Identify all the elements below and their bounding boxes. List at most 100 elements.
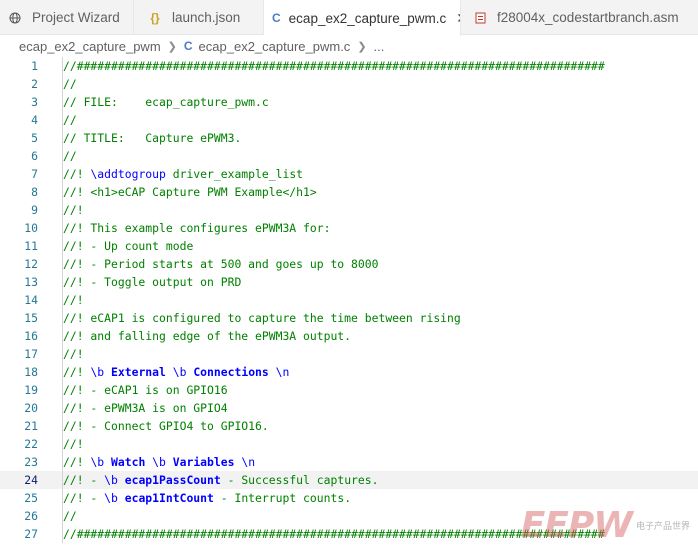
code-text: //######################################… xyxy=(63,57,605,75)
code-text: // FILE: ecap_capture_pwm.c xyxy=(63,93,269,111)
code-token: - Successful captures. xyxy=(220,473,379,487)
gutter xyxy=(38,183,63,201)
code-token: // xyxy=(63,149,77,163)
gutter xyxy=(38,273,63,291)
code-line[interactable]: 2 // xyxy=(0,75,698,93)
code-editor[interactable]: 1 //#####################################… xyxy=(0,57,698,543)
line-number: 9 xyxy=(31,203,38,217)
line-number: 27 xyxy=(24,527,38,541)
gutter xyxy=(38,453,63,471)
code-text: //! and falling edge of the ePWM3A outpu… xyxy=(63,327,351,345)
code-token: \b xyxy=(104,491,118,505)
code-token: - Interrupt counts. xyxy=(213,491,352,505)
code-token: //! - Toggle output on PRD xyxy=(63,275,242,289)
code-text: //! - eCAP1 is on GPIO16 xyxy=(63,381,228,399)
code-line[interactable]: 24 //! - \b ecap1PassCount - Successful c… xyxy=(0,471,698,489)
gutter xyxy=(38,381,63,399)
gutter xyxy=(38,363,63,381)
gutter xyxy=(38,435,63,453)
code-token: Variables xyxy=(172,455,235,469)
code-text: //! - Period starts at 500 and goes up t… xyxy=(63,255,378,273)
code-text: //! xyxy=(63,201,84,219)
code-text: //! This example configures ePWM3A for: xyxy=(63,219,330,237)
code-line[interactable]: 8 //! <h1>eCAP Capture PWM Example</h1> xyxy=(0,183,698,201)
gutter xyxy=(38,57,63,75)
code-line[interactable]: 7 //! \addtogroup driver_example_list xyxy=(0,165,698,183)
code-token: Watch xyxy=(111,455,146,469)
code-text: //! - Toggle output on PRD xyxy=(63,273,241,291)
gutter xyxy=(38,489,63,507)
tab-bar: Project Wizard {} launch.json C ecap_ex2… xyxy=(0,0,698,36)
code-text: //! \b External \b Connections \n xyxy=(63,363,289,381)
code-token: // xyxy=(63,113,77,127)
tab-label: Project Wizard xyxy=(32,10,120,25)
code-text: //! xyxy=(63,435,84,453)
tab-ecap-ex2-capture-pwm-c[interactable]: C ecap_ex2_capture_pwm.c ✕ xyxy=(264,0,461,36)
code-text: // xyxy=(63,111,77,129)
line-number: 7 xyxy=(31,167,38,181)
code-line[interactable]: 4 // xyxy=(0,111,698,129)
code-text: // TITLE: Capture ePWM3. xyxy=(63,129,241,147)
code-line[interactable]: 12 //! - Period starts at 500 and goes up… xyxy=(0,255,698,273)
gutter xyxy=(38,147,63,165)
code-line[interactable]: 19 //! - eCAP1 is on GPIO16 xyxy=(0,381,698,399)
line-number: 5 xyxy=(31,131,38,145)
code-text: //! - ePWM3A is on GPIO4 xyxy=(63,399,228,417)
asm-file-icon xyxy=(471,12,489,24)
gutter xyxy=(38,111,63,129)
code-line[interactable]: 3 // FILE: ecap_capture_pwm.c xyxy=(0,93,698,111)
code-token: //! xyxy=(63,437,84,451)
code-token: //! xyxy=(63,203,84,217)
line-number: 13 xyxy=(24,275,38,289)
code-line[interactable]: 14 //! xyxy=(0,291,698,309)
code-text: //! - \b ecap1IntCount - Interrupt count… xyxy=(63,489,351,507)
tab-f28004x-codestartbranch-asm[interactable]: f28004x_codestartbranch.asm xyxy=(461,0,698,35)
line-number: 21 xyxy=(24,419,38,433)
code-line[interactable]: 9 //! xyxy=(0,201,698,219)
code-line[interactable]: 15 //! eCAP1 is configured to capture the… xyxy=(0,309,698,327)
tab-label: f28004x_codestartbranch.asm xyxy=(497,10,679,25)
watermark: EEPW 电子产品世界 xyxy=(480,505,698,546)
code-token: //! xyxy=(63,167,91,181)
line-number: 26 xyxy=(24,509,38,523)
code-line[interactable]: 10 //! This example configures ePWM3A for… xyxy=(0,219,698,237)
code-token: External xyxy=(111,365,166,379)
code-token: ecap1PassCount xyxy=(124,473,221,487)
code-line[interactable]: 1 //#####################################… xyxy=(0,57,698,75)
tab-launch-json[interactable]: {} launch.json xyxy=(134,0,264,35)
code-token: // xyxy=(63,509,77,523)
code-token: //! xyxy=(63,455,91,469)
line-number: 1 xyxy=(31,59,38,73)
gutter xyxy=(38,219,63,237)
code-line[interactable]: 21 //! - Connect GPIO4 to GPIO16. xyxy=(0,417,698,435)
code-line[interactable]: 16 //! and falling edge of the ePWM3A out… xyxy=(0,327,698,345)
code-line[interactable]: 22 //! xyxy=(0,435,698,453)
code-token: \b xyxy=(104,473,118,487)
gutter xyxy=(38,291,63,309)
breadcrumb: ecap_ex2_capture_pwm ❯ C ecap_ex2_captur… xyxy=(0,35,698,57)
code-line[interactable]: 18 //! \b External \b Connections \n xyxy=(0,363,698,381)
tab-project-wizard[interactable]: Project Wizard xyxy=(0,0,134,35)
code-line[interactable]: 13 //! - Toggle output on PRD xyxy=(0,273,698,291)
breadcrumb-more[interactable]: ... xyxy=(374,39,385,54)
gutter xyxy=(38,399,63,417)
breadcrumb-file[interactable]: ecap_ex2_capture_pwm.c xyxy=(199,39,351,54)
code-token: // FILE: ecap_capture_pwm.c xyxy=(63,95,269,109)
line-number: 22 xyxy=(24,437,38,451)
code-line[interactable]: 17 //! xyxy=(0,345,698,363)
code-line[interactable]: 6 // xyxy=(0,147,698,165)
breadcrumb-folder[interactable]: ecap_ex2_capture_pwm xyxy=(19,39,161,54)
code-text: //! - Connect GPIO4 to GPIO16. xyxy=(63,417,269,435)
code-line[interactable]: 11 //! - Up count mode xyxy=(0,237,698,255)
code-line[interactable]: 20 //! - ePWM3A is on GPIO4 xyxy=(0,399,698,417)
globe-icon xyxy=(6,12,24,24)
code-line[interactable]: 23 //! \b Watch \b Variables \n xyxy=(0,453,698,471)
code-line[interactable]: 5 // TITLE: Capture ePWM3. xyxy=(0,129,698,147)
chevron-right-icon: ❯ xyxy=(167,40,177,53)
line-number: 20 xyxy=(24,401,38,415)
code-token: //! eCAP1 is configured to capture the t… xyxy=(63,311,461,325)
